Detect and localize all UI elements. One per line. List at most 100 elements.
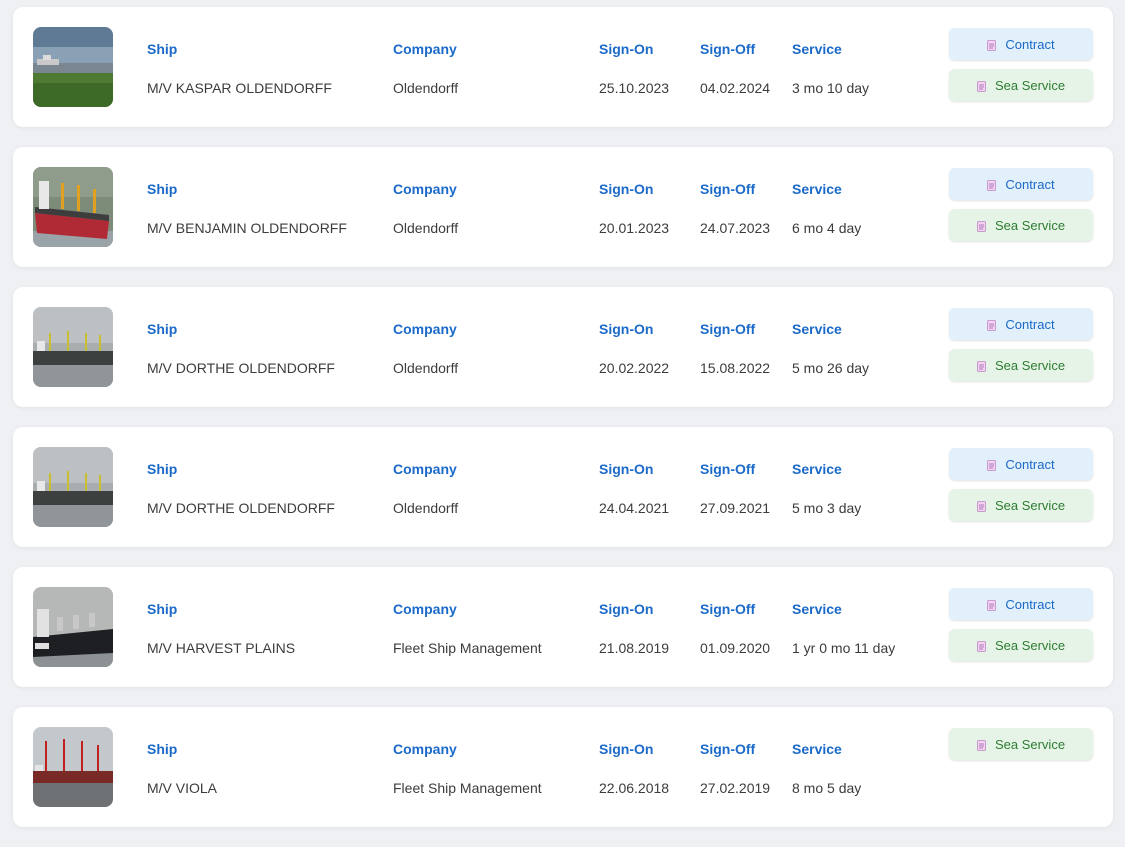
sign-off-label: Sign-Off <box>700 741 756 757</box>
ship-photo-icon <box>33 727 113 807</box>
service-label: Service <box>792 601 842 617</box>
sea-service-button-label: Sea Service <box>994 736 1066 752</box>
sign-off-date: 24.07.2023 <box>700 220 771 236</box>
ship-photo <box>33 27 113 107</box>
sign-on-date: 25.10.2023 <box>599 80 670 96</box>
sea-service-button-label: Sea Service <box>994 217 1066 233</box>
sign-on-label: Sign-On <box>599 41 654 57</box>
ship-photo-icon <box>33 447 113 527</box>
sea-service-button-label: Sea Service <box>994 77 1066 93</box>
contract-button[interactable]: Contract <box>949 588 1093 620</box>
sign-off-label: Sign-Off <box>700 461 756 477</box>
service-duration: 6 mo 4 day <box>792 220 862 236</box>
sign-off-date: 15.08.2022 <box>700 360 771 376</box>
company-name: Oldendorff <box>393 500 459 516</box>
service-duration: 1 yr 0 mo 11 day <box>792 640 896 656</box>
document-icon <box>976 360 986 372</box>
company-label: Company <box>393 41 457 57</box>
service-record-card: Ship M/V DORTHE OLDENDORFF Company Olden… <box>13 427 1113 547</box>
company-name: Fleet Ship Management <box>393 780 542 796</box>
sea-service-list: Ship M/V KASPAR OLDENDORFF Company Olden… <box>13 7 1113 847</box>
company-label: Company <box>393 321 457 337</box>
sea-service-button[interactable]: Sea Service <box>949 349 1093 381</box>
ship-name: M/V KASPAR OLDENDORFF <box>147 80 332 96</box>
sign-on-date: 24.04.2021 <box>599 500 670 516</box>
document-icon <box>976 80 986 92</box>
document-icon <box>976 739 986 751</box>
ship-photo <box>33 167 113 247</box>
sign-on-date: 22.06.2018 <box>599 780 670 796</box>
contract-button-label: Contract <box>1005 36 1055 52</box>
document-icon <box>987 319 997 331</box>
sign-on-label: Sign-On <box>599 741 654 757</box>
sign-on-date: 20.01.2023 <box>599 220 670 236</box>
company-name: Oldendorff <box>393 360 459 376</box>
ship-photo <box>33 307 113 387</box>
sea-service-button[interactable]: Sea Service <box>949 489 1093 521</box>
sea-service-button-label: Sea Service <box>994 637 1066 653</box>
document-icon <box>976 640 986 652</box>
sea-service-button[interactable]: Sea Service <box>949 629 1093 661</box>
ship-name: M/V VIOLA <box>147 780 218 796</box>
sign-off-date: 27.02.2019 <box>700 780 771 796</box>
sign-on-label: Sign-On <box>599 601 654 617</box>
ship-label: Ship <box>147 461 178 477</box>
company-label: Company <box>393 181 457 197</box>
sign-off-date: 01.09.2020 <box>700 640 771 656</box>
contract-button-label: Contract <box>1005 596 1055 612</box>
service-record-card: Ship M/V DORTHE OLDENDORFF Company Olden… <box>13 287 1113 407</box>
service-record-card: Ship M/V VIOLA Company Fleet Ship Manage… <box>13 707 1113 827</box>
ship-label: Ship <box>147 741 178 757</box>
company-label: Company <box>393 601 457 617</box>
service-duration: 3 mo 10 day <box>792 80 870 96</box>
sign-on-date: 20.02.2022 <box>599 360 670 376</box>
document-icon <box>976 220 986 232</box>
ship-label: Ship <box>147 41 178 57</box>
document-icon <box>987 459 997 471</box>
contract-button-label: Contract <box>1005 176 1055 192</box>
ship-photo-icon <box>33 27 113 107</box>
sign-on-label: Sign-On <box>599 181 654 197</box>
sign-on-label: Sign-On <box>599 321 654 337</box>
service-duration: 8 mo 5 day <box>792 780 862 796</box>
ship-photo-icon <box>33 167 113 247</box>
ship-photo <box>33 587 113 667</box>
document-icon <box>987 599 997 611</box>
sign-off-label: Sign-Off <box>700 41 756 57</box>
ship-photo <box>33 447 113 527</box>
document-icon <box>987 39 997 51</box>
service-label: Service <box>792 461 842 477</box>
contract-button-label: Contract <box>1005 316 1055 332</box>
sea-service-button[interactable]: Sea Service <box>949 209 1093 241</box>
contract-button[interactable]: Contract <box>949 448 1093 480</box>
sign-on-label: Sign-On <box>599 461 654 477</box>
ship-name: M/V DORTHE OLDENDORFF <box>147 500 335 516</box>
service-duration: 5 mo 3 day <box>792 500 862 516</box>
service-label: Service <box>792 181 842 197</box>
document-icon <box>987 179 997 191</box>
sign-off-label: Sign-Off <box>700 601 756 617</box>
sea-service-button[interactable]: Sea Service <box>949 728 1093 760</box>
ship-label: Ship <box>147 181 178 197</box>
contract-button[interactable]: Contract <box>949 308 1093 340</box>
ship-photo-icon <box>33 587 113 667</box>
ship-photo-icon <box>33 307 113 387</box>
ship-label: Ship <box>147 321 178 337</box>
sign-off-date: 27.09.2021 <box>700 500 771 516</box>
service-label: Service <box>792 41 842 57</box>
company-label: Company <box>393 461 457 477</box>
sea-service-button-label: Sea Service <box>994 497 1066 513</box>
contract-button[interactable]: Contract <box>949 28 1093 60</box>
service-label: Service <box>792 741 842 757</box>
company-name: Oldendorff <box>393 220 459 236</box>
document-icon <box>976 500 986 512</box>
ship-name: M/V DORTHE OLDENDORFF <box>147 360 335 376</box>
service-record-card: Ship M/V HARVEST PLAINS Company Fleet Sh… <box>13 567 1113 687</box>
contract-button[interactable]: Contract <box>949 168 1093 200</box>
sea-service-button[interactable]: Sea Service <box>949 69 1093 101</box>
contract-button-label: Contract <box>1005 456 1055 472</box>
sign-off-label: Sign-Off <box>700 321 756 337</box>
ship-label: Ship <box>147 601 178 617</box>
sign-off-date: 04.02.2024 <box>700 80 771 96</box>
ship-name: M/V HARVEST PLAINS <box>147 640 296 656</box>
